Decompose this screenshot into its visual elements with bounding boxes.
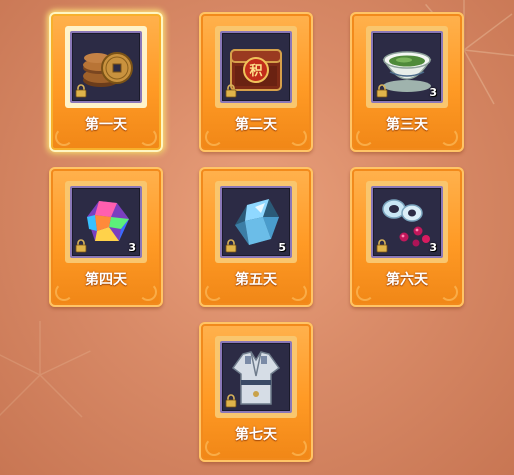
day-3-reward-card[interactable]: 3 第三天 xyxy=(350,12,464,152)
day-label: 第二天 xyxy=(235,117,277,133)
bound-lock-icon xyxy=(376,239,388,253)
bound-lock-icon xyxy=(225,84,237,98)
day-label: 第五天 xyxy=(235,272,277,288)
reward-slot[interactable]: 3 xyxy=(371,186,443,258)
reward-slot[interactable] xyxy=(70,31,142,103)
reward-slot[interactable]: 3 xyxy=(371,31,443,103)
reward-slot[interactable]: 积 xyxy=(220,31,292,103)
day-5-reward-card[interactable]: 5 第五天 xyxy=(199,167,313,307)
reward-slot-frame: 3 xyxy=(65,181,147,263)
reward-slot-frame xyxy=(215,336,297,418)
day-6-reward-card[interactable]: 3 第六天 xyxy=(350,167,464,307)
item-quantity: 3 xyxy=(128,241,136,254)
bound-lock-icon xyxy=(376,84,388,98)
reward-slot[interactable]: 3 xyxy=(70,186,142,258)
bound-lock-icon xyxy=(225,394,237,408)
day-label: 第三天 xyxy=(386,117,428,133)
reward-slot-frame: 积 xyxy=(215,26,297,108)
firework-decoration-icon xyxy=(0,321,91,418)
reward-slot-frame: 3 xyxy=(366,181,448,263)
day-1-reward-card[interactable]: 第一天 xyxy=(49,12,163,152)
day-4-reward-card[interactable]: 3 第四天 xyxy=(49,167,163,307)
day-label: 第七天 xyxy=(235,427,277,443)
reward-slot[interactable]: 5 xyxy=(220,186,292,258)
reward-slot-frame: 5 xyxy=(215,181,297,263)
reward-slot-frame xyxy=(65,26,147,108)
day-label: 第一天 xyxy=(85,117,127,133)
bound-lock-icon xyxy=(75,239,87,253)
bound-lock-icon xyxy=(75,84,87,98)
chest-emblem-text: 积 xyxy=(249,63,262,79)
day-2-reward-card[interactable]: 积 第二天 xyxy=(199,12,313,152)
day-label: 第四天 xyxy=(85,272,127,288)
item-quantity: 3 xyxy=(429,86,437,99)
reward-slot-frame: 3 xyxy=(366,26,448,108)
day-label: 第六天 xyxy=(386,272,428,288)
day-7-reward-card[interactable]: 第七天 xyxy=(199,322,313,462)
reward-slot[interactable] xyxy=(220,341,292,413)
item-quantity: 5 xyxy=(278,241,286,254)
item-quantity: 3 xyxy=(429,241,437,254)
bound-lock-icon xyxy=(225,239,237,253)
